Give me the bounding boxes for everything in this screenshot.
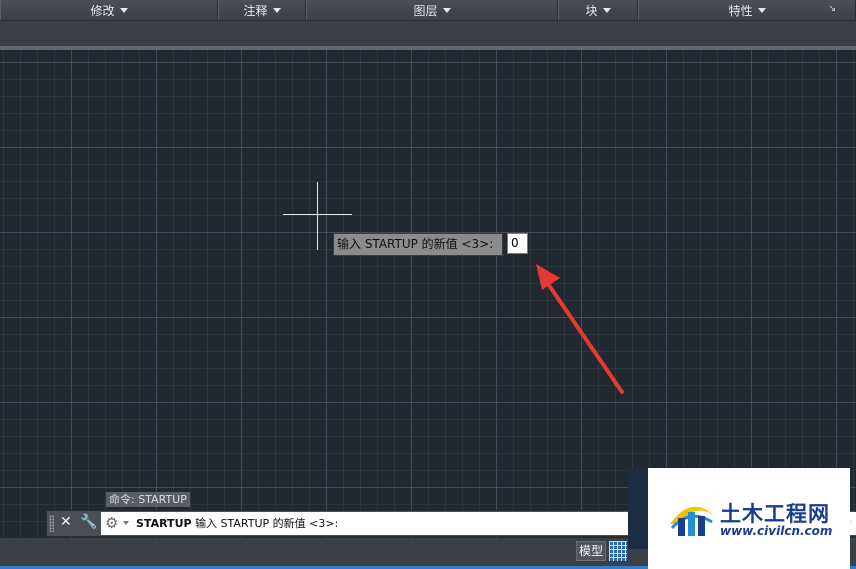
crosshair-cursor-vertical: [317, 182, 318, 250]
chevron-down-icon: [272, 7, 281, 13]
close-icon[interactable]: ✕: [60, 514, 72, 530]
watermark-url: www.civilcn.com: [720, 524, 833, 538]
ribbon-panel-layers[interactable]: 图层: [306, 0, 558, 20]
ribbon-panel-label: 注释: [243, 3, 268, 18]
chevron-down-icon: [757, 7, 766, 13]
file-tab-strip: [0, 21, 856, 46]
grid-toggle-icon[interactable]: [609, 541, 627, 561]
watermark: 土木工程网 www.civilcn.com: [648, 468, 850, 569]
chevron-down-icon[interactable]: [123, 521, 129, 525]
annotation-arrow-icon: [536, 264, 624, 394]
ribbon-panel-label: 图层: [413, 3, 438, 18]
command-text: STARTUP 输入 STARTUP 的新值 <3>:: [136, 512, 338, 535]
command-history-line: 命令: STARTUP: [106, 492, 190, 507]
chevron-down-icon: [119, 7, 128, 13]
ribbon-panel-bar: 修改 注释 图层 块 特性 ↘: [0, 0, 856, 21]
gear-icon[interactable]: ⚙: [105, 514, 118, 532]
wrench-icon[interactable]: 🔧: [80, 514, 97, 530]
chevron-down-icon: [602, 7, 611, 13]
chevron-down-icon: [442, 7, 451, 13]
drawing-canvas[interactable]: [0, 50, 856, 539]
model-tab-button[interactable]: 模型: [576, 541, 606, 561]
command-name: STARTUP: [136, 517, 192, 530]
ribbon-panel-modify[interactable]: 修改: [0, 0, 218, 20]
ribbon-panel-label: 特性: [728, 3, 753, 18]
dynamic-input-prompt: 输入 STARTUP 的新值 <3>:: [333, 233, 503, 256]
watermark-logo-icon: [670, 506, 714, 536]
ribbon-panel-label: 修改: [90, 3, 115, 18]
dynamic-input-field[interactable]: 0: [507, 233, 528, 254]
ribbon-panel-block[interactable]: 块: [558, 0, 638, 20]
command-prompt: 输入 STARTUP 的新值 <3>:: [195, 517, 339, 530]
ribbon-panel-label: 块: [585, 3, 598, 18]
drag-handle-icon[interactable]: [49, 515, 54, 532]
watermark-backdrop: [628, 469, 650, 549]
ribbon-panel-annotate[interactable]: 注释: [218, 0, 306, 20]
ribbon-panel-properties[interactable]: 特性: [638, 0, 856, 20]
expand-corner-icon[interactable]: ↘: [828, 4, 836, 14]
